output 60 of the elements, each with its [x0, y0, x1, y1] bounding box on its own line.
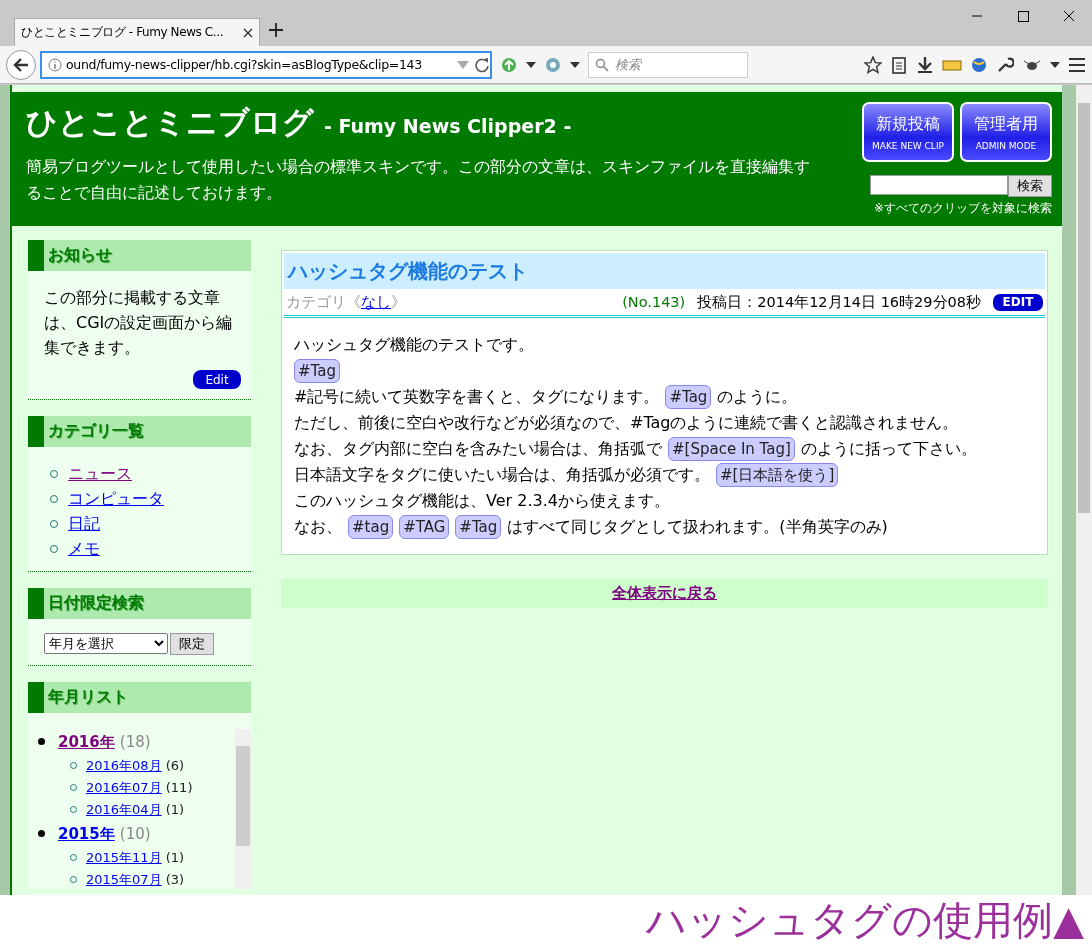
month-link[interactable]: 2016年08月	[86, 758, 162, 773]
body-text: ただし、前後に空白や改行などが必須なので、#Tagのように連続で書くと認識されません。	[294, 412, 959, 434]
search-input[interactable]	[870, 175, 1008, 195]
search-note: ※すべてのクリップを対象に検索	[873, 200, 1052, 217]
year-count: (10)	[119, 825, 151, 843]
caption: ハッシュタグの使用例▲	[646, 895, 1084, 945]
post-category: カテゴリ《なし》	[286, 292, 406, 312]
month-count: (3)	[165, 872, 185, 887]
search-field[interactable]: 検索	[588, 51, 748, 78]
body-text: 日本語文字をタグに使いたい場合は、角括弧が必須です。	[294, 464, 710, 486]
back-link[interactable]: 全体表示に戻る	[612, 584, 717, 603]
address-bar[interactable]: ound/fumy-news-clipper/hb.cgi?skin=asBlogType&clip=143	[40, 50, 492, 79]
plus-icon[interactable]	[268, 22, 284, 38]
year-link[interactable]: 2015年	[58, 825, 115, 843]
download-icon[interactable]	[916, 55, 934, 74]
month-count: (6)	[165, 758, 185, 773]
body-text: このハッシュタグ機能は、Ver 2.3.4から使えます。	[294, 490, 670, 512]
year-count: (18)	[119, 733, 151, 751]
body-text: なお、	[294, 516, 342, 538]
month-count: (1)	[165, 802, 185, 817]
category-link[interactable]: なし	[361, 293, 391, 310]
body-text: のように括って下さい。	[800, 438, 977, 460]
site-description: 簡易ブログツールとして使用したい場合の標準スキンです。この部分の文章は、スキンファイルを直接編集することで自由に記述しておけます。	[26, 157, 811, 204]
dropdown-icon[interactable]	[570, 61, 580, 68]
notice-text: この部分に掲載する文章は、CGIの設定画面から編集できます。	[44, 287, 234, 359]
search-icon	[595, 57, 609, 72]
body-text: はすべて同じタグとして扱われます。(半角英字のみ)	[507, 516, 888, 538]
back-arrow-icon	[13, 57, 29, 72]
body-text: のように。	[717, 386, 798, 408]
month-link[interactable]: 2015年07月	[86, 872, 162, 887]
search-button[interactable]: 検索	[1008, 175, 1052, 197]
dropdown-icon[interactable]	[526, 61, 536, 68]
post-number: (No.143)	[622, 294, 686, 310]
back-button[interactable]	[6, 49, 36, 80]
month-link[interactable]: 2015年11月	[86, 850, 162, 865]
month-link[interactable]: 2016年07月	[86, 780, 162, 795]
month-count: (1)	[165, 850, 185, 865]
category-link[interactable]: ニュース	[68, 464, 132, 483]
info-icon[interactable]	[48, 57, 62, 72]
post-date: 投稿日：2014年12月14日 16時29分08秒	[697, 292, 981, 312]
menu-icon[interactable]	[1068, 56, 1086, 73]
body-text: #記号に続いて英数字を書くと、タグになります。	[294, 386, 660, 408]
star-icon[interactable]	[864, 55, 882, 74]
body-text: ハッシュタグ機能のテストです。	[294, 334, 534, 356]
site-subtitle: - Fumy News Clipper2 -	[324, 115, 572, 137]
dropdown-icon[interactable]	[1050, 61, 1060, 68]
reload-icon[interactable]	[474, 56, 490, 73]
body-text: なお、タグ内部に空白を含みたい場合は、角括弧で	[294, 438, 662, 460]
browser-tab[interactable]: ひとことミニブログ - Fumy News C...	[14, 18, 260, 46]
category-link[interactable]: メモ	[68, 539, 100, 558]
header-button[interactable]: 管理者用 ADMIN MODE	[960, 102, 1052, 162]
site-title: ひとことミニブログ	[26, 103, 314, 142]
year-link[interactable]: 2016年	[58, 733, 115, 751]
scrollbar[interactable]	[1076, 85, 1092, 895]
month-count: (11)	[165, 780, 193, 795]
month-link[interactable]: 2016年04月	[86, 802, 162, 817]
category-link[interactable]: コンピュータ	[68, 489, 164, 508]
clipboard-icon[interactable]	[890, 55, 908, 74]
category-link[interactable]: 日記	[68, 514, 100, 533]
header-button[interactable]: 新規投稿 MAKE NEW CLIP	[862, 102, 954, 162]
